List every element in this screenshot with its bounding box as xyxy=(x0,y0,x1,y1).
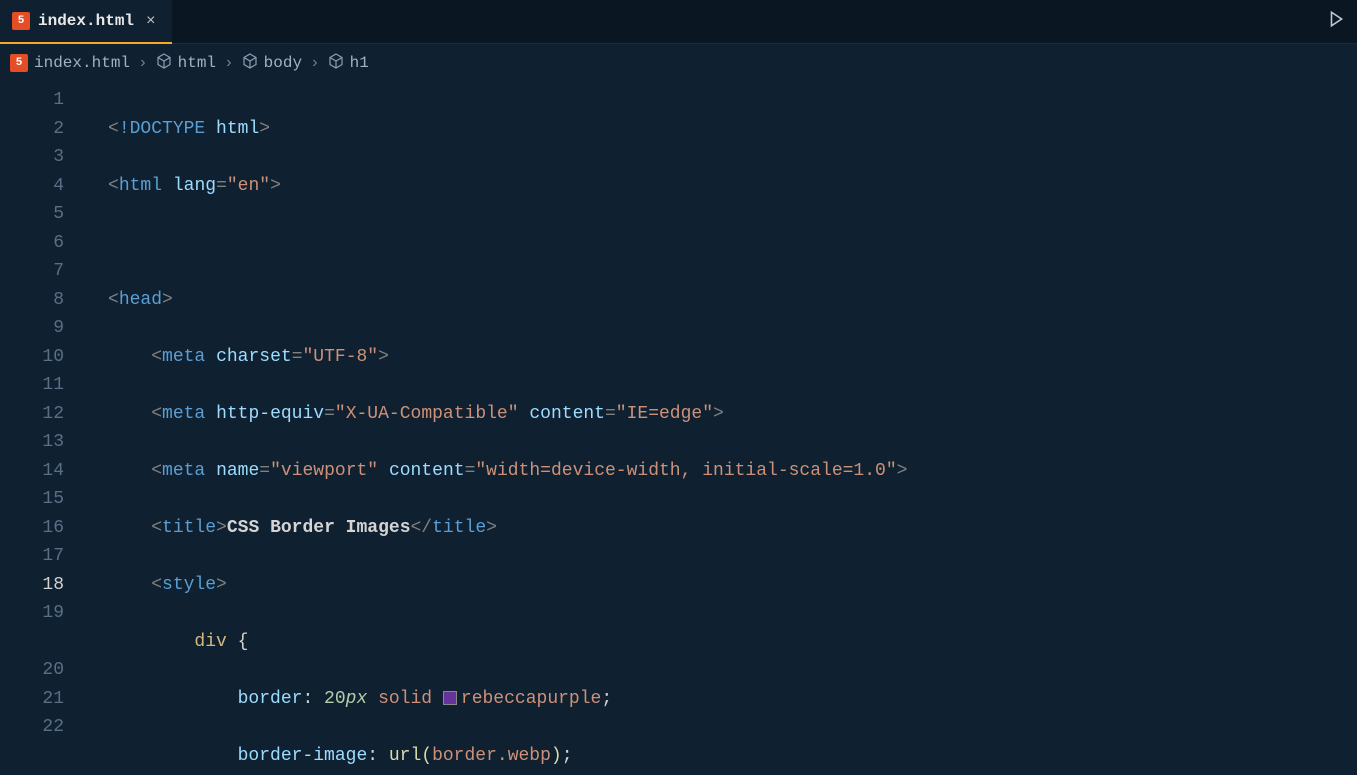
line-number: 16 xyxy=(0,514,64,543)
code-line[interactable]: <meta charset="UTF-8"> xyxy=(84,343,1357,372)
html5-icon: 5 xyxy=(12,12,30,30)
line-number: 20 xyxy=(0,656,64,685)
breadcrumb-body[interactable]: body xyxy=(242,53,302,74)
editor[interactable]: 12345678910111213141516171819202122 <!DO… xyxy=(0,82,1357,775)
html5-icon: 5 xyxy=(10,54,28,72)
line-number: 15 xyxy=(0,485,64,514)
line-number: 3 xyxy=(0,143,64,172)
line-number: 6 xyxy=(0,229,64,258)
line-number: 1 xyxy=(0,86,64,115)
symbol-icon xyxy=(328,53,344,74)
code-line[interactable]: div { xyxy=(84,628,1357,657)
chevron-right-icon: › xyxy=(224,54,234,72)
breadcrumb-html[interactable]: html xyxy=(156,53,216,74)
breadcrumb-label: index.html xyxy=(34,54,130,72)
code-content[interactable]: <!DOCTYPE html> <html lang="en"> <head> … xyxy=(84,82,1357,775)
line-number: 14 xyxy=(0,457,64,486)
code-line[interactable]: <meta http-equiv="X-UA-Compatible" conte… xyxy=(84,400,1357,429)
line-number: 10 xyxy=(0,343,64,372)
code-line[interactable]: <html lang="en"> xyxy=(84,172,1357,201)
code-line[interactable]: border: 20px solid rebeccapurple; xyxy=(84,685,1357,714)
breadcrumb-file[interactable]: 5 index.html xyxy=(10,54,130,72)
code-line[interactable]: <meta name="viewport" content="width=dev… xyxy=(84,457,1357,486)
line-number: 19 xyxy=(0,599,64,628)
breadcrumb-label: html xyxy=(178,54,216,72)
color-swatch-icon[interactable] xyxy=(443,691,457,705)
line-number: 2 xyxy=(0,115,64,144)
code-line[interactable]: <!DOCTYPE html> xyxy=(84,115,1357,144)
line-number-gutter: 12345678910111213141516171819202122 xyxy=(0,82,84,775)
code-line[interactable]: <head> xyxy=(84,286,1357,315)
line-number: 21 xyxy=(0,685,64,714)
symbol-icon xyxy=(242,53,258,74)
line-number: 18 xyxy=(0,571,64,600)
code-line[interactable]: border-image: url(border.webp); xyxy=(84,742,1357,771)
line-number: 5 xyxy=(0,200,64,229)
chevron-right-icon: › xyxy=(138,54,148,72)
play-icon[interactable] xyxy=(1327,10,1345,34)
line-number: 7 xyxy=(0,257,64,286)
line-number: 4 xyxy=(0,172,64,201)
breadcrumb: 5 index.html › html › body › h1 xyxy=(0,44,1357,82)
line-number: 11 xyxy=(0,371,64,400)
line-number xyxy=(0,628,64,657)
tab-bar: 5 index.html × xyxy=(0,0,1357,44)
breadcrumb-h1[interactable]: h1 xyxy=(328,53,369,74)
line-number: 8 xyxy=(0,286,64,315)
tab-index-html[interactable]: 5 index.html × xyxy=(0,0,172,44)
code-line[interactable]: <title>CSS Border Images</title> xyxy=(84,514,1357,543)
breadcrumb-label: h1 xyxy=(350,54,369,72)
line-number: 22 xyxy=(0,713,64,742)
code-line[interactable]: <style> xyxy=(84,571,1357,600)
line-number: 13 xyxy=(0,428,64,457)
line-number: 17 xyxy=(0,542,64,571)
symbol-icon xyxy=(156,53,172,74)
code-line[interactable] xyxy=(84,229,1357,258)
line-number: 9 xyxy=(0,314,64,343)
chevron-right-icon: › xyxy=(310,54,320,72)
tab-label: index.html xyxy=(38,12,134,30)
close-icon[interactable]: × xyxy=(142,10,160,32)
line-number: 12 xyxy=(0,400,64,429)
breadcrumb-label: body xyxy=(264,54,302,72)
